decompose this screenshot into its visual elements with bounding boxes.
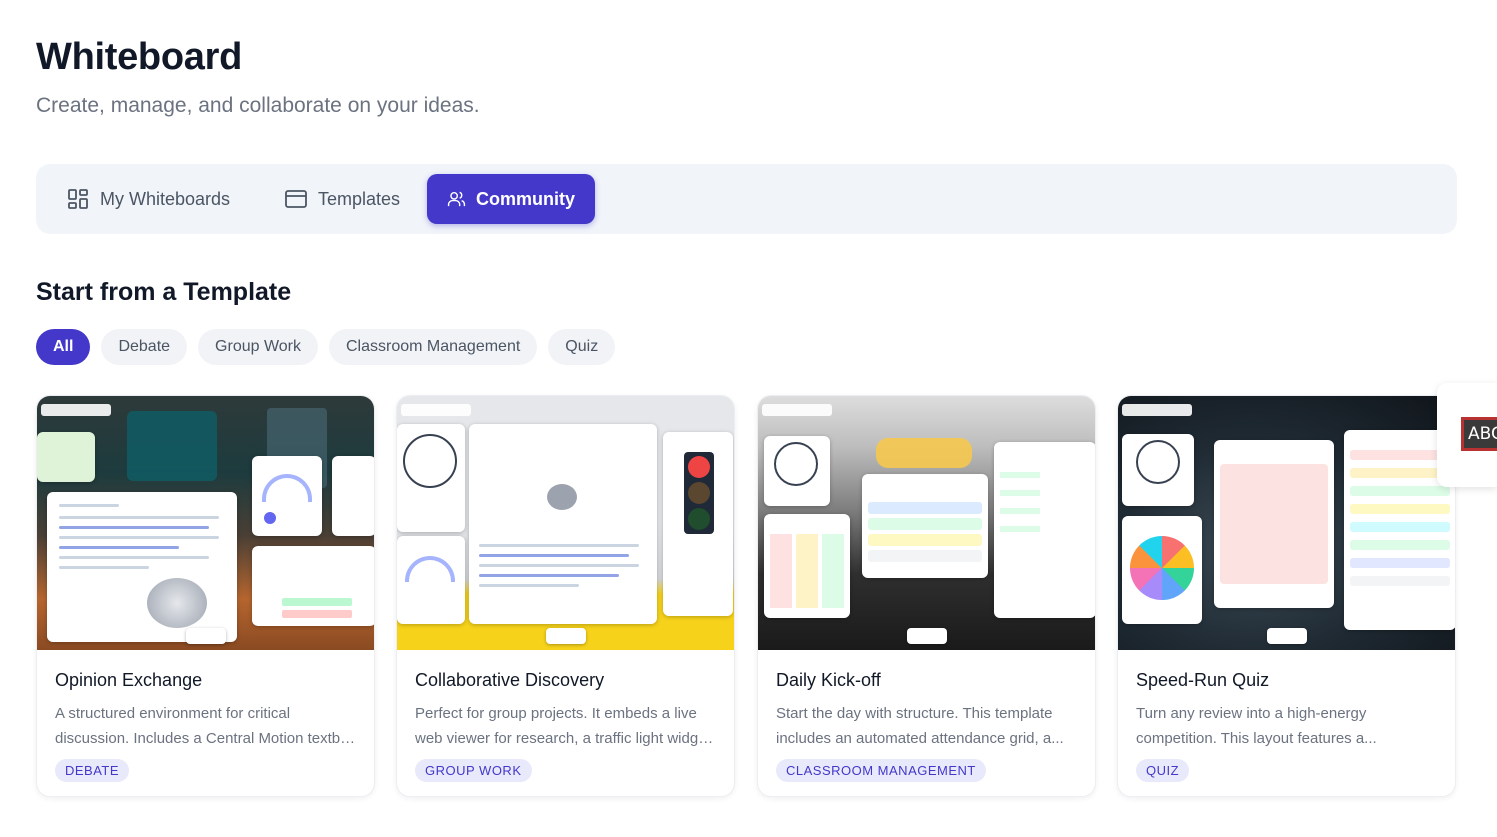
- tab-my-whiteboards-label: My Whiteboards: [100, 188, 231, 209]
- chalkboard-icon: ABC: [1461, 417, 1497, 451]
- card-title: Daily Kick-off: [776, 670, 881, 690]
- thumbnail-toolbar: [1266, 628, 1307, 644]
- category-filters: All Debate Group Work Classroom Manageme…: [36, 329, 616, 365]
- card-tag: GROUP WORK: [415, 759, 532, 782]
- template-thumbnail: [397, 396, 734, 650]
- next-template-card-peek[interactable]: ABC: [1437, 383, 1497, 487]
- tab-templates[interactable]: Templates: [264, 174, 420, 224]
- page-subtitle: Create, manage, and collaborate on your …: [36, 94, 480, 117]
- tab-community-label: Community: [476, 188, 575, 209]
- card-description: Turn any review into a high-energy compe…: [1136, 705, 1377, 747]
- view-tab-bar: My Whiteboards Templates Community: [36, 164, 1457, 234]
- tab-my-whiteboards[interactable]: My Whiteboards: [46, 174, 250, 224]
- users-icon: [447, 191, 466, 207]
- thumbnail-toolbar: [545, 628, 586, 644]
- filter-chip-quiz[interactable]: Quiz: [548, 329, 616, 365]
- card-tag: CLASSROOM MANAGEMENT: [776, 759, 986, 782]
- whiteboard-page: Whiteboard Create, manage, and collabora…: [0, 0, 1497, 837]
- filter-chip-debate[interactable]: Debate: [101, 329, 188, 365]
- section-title: Start from a Template: [36, 278, 292, 306]
- card-tag: DEBATE: [55, 759, 130, 782]
- filter-chip-group-work[interactable]: Group Work: [198, 329, 318, 365]
- card-description: Start the day with structure. This templ…: [776, 705, 1064, 747]
- card-title: Speed-Run Quiz: [1136, 670, 1270, 690]
- tab-community[interactable]: Community: [427, 174, 595, 224]
- card-description: A structured environment for critical di…: [55, 705, 356, 747]
- template-card-daily-kick-off[interactable]: Daily Kick-off Start the day with struct…: [757, 395, 1096, 797]
- template-thumbnail: [758, 396, 1095, 650]
- filter-chip-classroom-management[interactable]: Classroom Management: [329, 329, 538, 365]
- card-tag: QUIZ: [1136, 759, 1190, 782]
- template-thumbnail: [37, 396, 374, 650]
- card-title: Collaborative Discovery: [415, 670, 605, 690]
- template-card-opinion-exchange[interactable]: Opinion Exchange A structured environmen…: [36, 395, 375, 797]
- card-title: Opinion Exchange: [55, 670, 203, 690]
- filter-chip-all[interactable]: All: [36, 329, 91, 365]
- browser-window-icon: [285, 190, 307, 208]
- template-thumbnail: [1118, 396, 1455, 650]
- page-title: Whiteboard: [36, 36, 242, 78]
- thumbnail-toolbar: [185, 628, 226, 644]
- thumbnail-toolbar: [906, 628, 947, 644]
- grid-icon: [68, 189, 88, 209]
- card-description: Perfect for group projects. It embeds a …: [415, 705, 716, 747]
- template-card-collaborative-discovery[interactable]: Collaborative Discovery Perfect for grou…: [396, 395, 735, 797]
- tab-templates-label: Templates: [318, 188, 401, 209]
- template-card-speed-run-quiz[interactable]: Speed-Run Quiz Turn any review into a hi…: [1117, 395, 1456, 797]
